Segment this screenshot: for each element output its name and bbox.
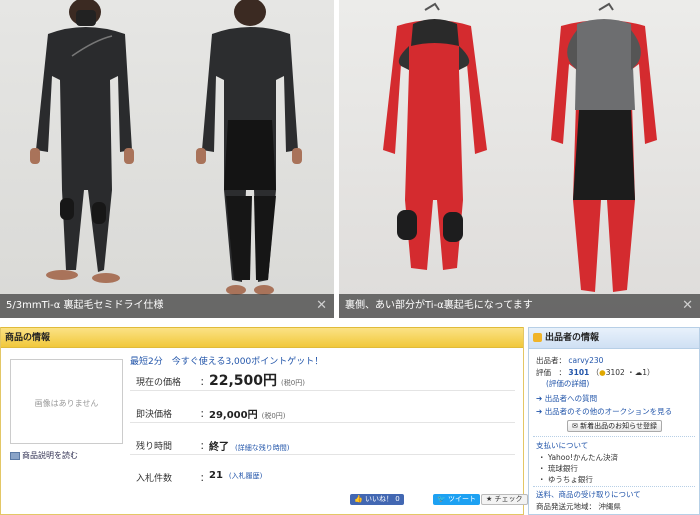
- no-image-text: 画像はありません: [34, 399, 99, 408]
- seller-name-link[interactable]: carvy230: [568, 356, 603, 365]
- time-left-label: 残り時間: [136, 442, 173, 452]
- ship-from-region: 沖縄県: [598, 502, 621, 511]
- buyout-price-label: 即決価格: [136, 410, 173, 420]
- seller-info-panel: 出品者の情報 出品者： carvy230 評価 ： 3101 （●3102 ・☁…: [528, 327, 700, 515]
- current-price-row: 現在の価格 ： 22,500円 (税0円): [130, 367, 515, 391]
- product-photo-right[interactable]: 裏側、あい部分がTi-α裏起毛になってます ✕: [339, 0, 700, 318]
- time-left-detail-link[interactable]: (詳細な残り時間): [235, 444, 289, 452]
- buyout-price-value: 29,000円 (税0円): [209, 410, 286, 421]
- payment-title-link[interactable]: 支払いについて: [536, 440, 588, 451]
- divider: [533, 486, 695, 487]
- wetsuit-back-figure: [196, 0, 302, 295]
- seller-rating-line: 評価 ： 3101 （●3102 ・☁1）: [536, 368, 655, 377]
- current-price-label: 現在の価格: [136, 378, 182, 388]
- current-price-value: 22,500円 (税0円): [209, 373, 305, 389]
- arrow-circle-icon: ➔: [536, 407, 543, 416]
- thumbs-up-icon: 👍: [354, 495, 363, 503]
- payment-method: ・ Yahoo!かんたん決済: [538, 453, 618, 462]
- photo-caption-left: 5/3mmTi-α 裏起毛セミドライ仕様 ✕: [0, 294, 334, 318]
- rating-value-link[interactable]: 3101: [568, 368, 589, 377]
- read-description-label: 商品説明を読む: [22, 451, 78, 460]
- seller-person-icon: [533, 333, 542, 342]
- wetsuit-inside-front: [383, 2, 487, 270]
- check-button[interactable]: ★ チェック: [481, 494, 528, 505]
- like-count: 0: [395, 495, 400, 503]
- bid-history-link[interactable]: (入札履歴): [229, 472, 262, 480]
- tweet-button[interactable]: 🐦 ツイート: [433, 494, 480, 505]
- close-icon[interactable]: ✕: [682, 294, 693, 318]
- product-photo-left[interactable]: 5/3mmTi-α 裏起毛セミドライ仕様 ✕: [0, 0, 334, 318]
- time-left-value: 終了 (詳細な残り時間): [209, 442, 290, 453]
- twitter-bird-icon: 🐦: [437, 495, 446, 503]
- buyout-price-row: 即決価格 ： 29,000円 (税0円): [130, 399, 515, 423]
- wetsuit-black-illustration: [30, 0, 302, 295]
- read-description-link[interactable]: 商品説明を読む: [10, 450, 78, 461]
- caption-text: 裏側、あい部分がTi-α裏起毛になってます: [345, 300, 533, 311]
- bid-count-label: 入札件数: [136, 474, 173, 484]
- caption-text: 5/3mmTi-α 裏起毛セミドライ仕様: [6, 300, 164, 311]
- payment-method: ・ 琉球銀行: [538, 464, 578, 473]
- book-icon: [10, 451, 20, 460]
- product-thumbnail[interactable]: 画像はありません: [10, 359, 123, 444]
- buyout-price-tax: (税0円): [261, 412, 286, 420]
- facebook-like-button[interactable]: 👍 いいね！ 0: [350, 494, 404, 505]
- new-listing-notify-button[interactable]: ✉ 新着出品のお知らせ登録: [567, 420, 662, 432]
- product-info-header: 商品の情報: [1, 327, 523, 348]
- payment-method: ・ ゆうちょ銀行: [538, 475, 593, 484]
- divider: [533, 436, 695, 437]
- product-info-panel: 商品の情報 画像はありません 商品説明を読む 最短2分 今すぐ使える3,000ポ…: [0, 327, 524, 515]
- shipping-title-link[interactable]: 送料、商品の受け取りについて: [536, 489, 641, 500]
- ship-from-line: 商品発送元地域： 沖縄県: [536, 502, 621, 511]
- wetsuit-front-figure: [30, 0, 134, 283]
- points-promo-link[interactable]: 最短2分 今すぐ使える3,000ポイントゲット！: [130, 354, 323, 367]
- mail-icon: ✉: [572, 422, 578, 430]
- check-icon: ★: [486, 495, 493, 503]
- bid-count-row: 入札件数 ： 21 (入札履歴): [136, 470, 263, 484]
- photo-caption-right: 裏側、あい部分がTi-α裏起毛になってます ✕: [339, 294, 700, 318]
- rating-detail-link[interactable]: (評価の詳細): [546, 378, 589, 389]
- close-icon[interactable]: ✕: [316, 294, 327, 318]
- wetsuit-inside-back: [551, 2, 657, 292]
- seller-info-header: 出品者の情報: [529, 328, 699, 349]
- wetsuit-red-illustration: [383, 2, 657, 292]
- arrow-circle-icon: ➔: [536, 394, 543, 403]
- bid-count-value: 21 (入札履歴): [209, 470, 263, 481]
- other-auctions-line[interactable]: ➔ 出品者のその他のオークションを見る: [536, 406, 672, 417]
- time-left-row: 残り時間 ： 終了 (詳細な残り時間): [130, 431, 515, 455]
- ask-question-line[interactable]: ➔ 出品者への質問: [536, 393, 597, 404]
- current-price-tax: (税0円): [281, 379, 305, 387]
- seller-name-line: 出品者： carvy230: [536, 356, 604, 365]
